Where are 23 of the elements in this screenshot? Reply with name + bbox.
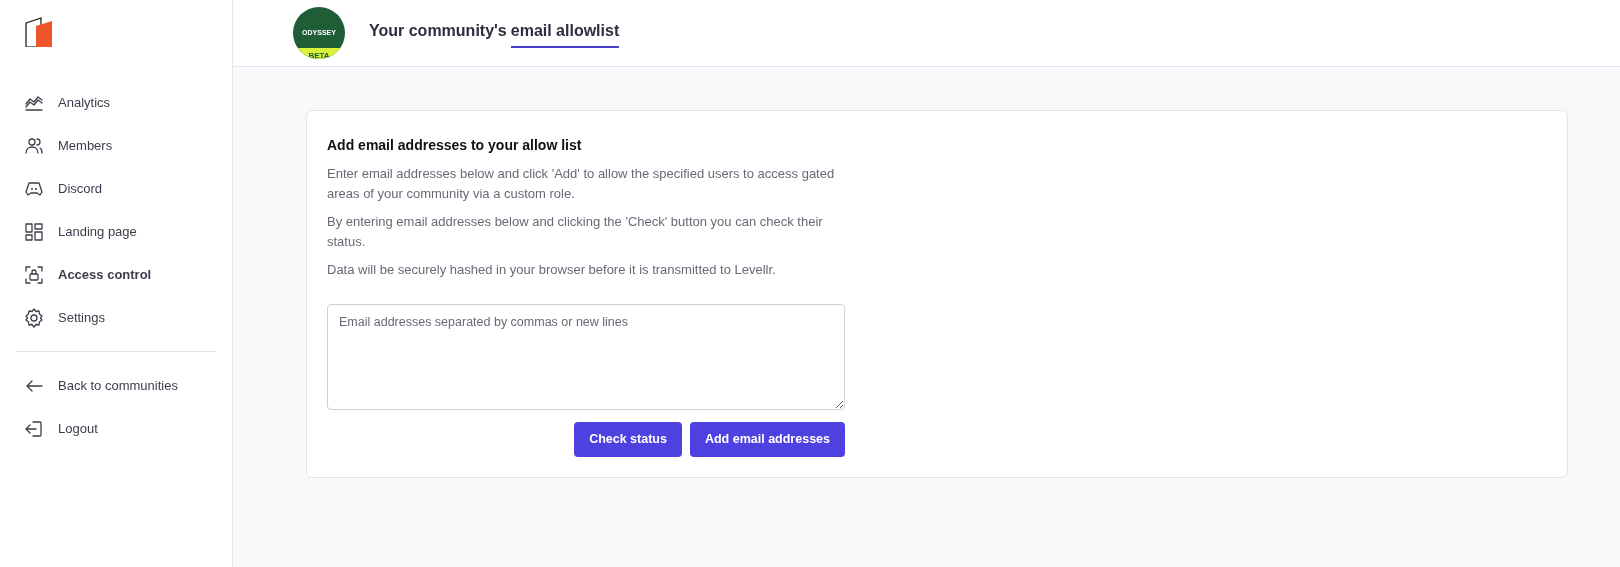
users-icon [24,135,44,156]
sidebar-item[interactable]: Logout [0,407,232,450]
email-textarea[interactable]: Email addresses separated by commas or new lines [327,304,845,410]
page-tab[interactable]: email allowlist [510,18,620,48]
sidebar-item[interactable]: Back to communities [0,364,232,407]
card-title: Add email addresses to your allow list [327,136,583,155]
sidebar-item[interactable]: Members [0,124,232,167]
description-text: By entering email addresses below and clicking the 'Check' button you can check their status. [327,213,824,251]
check-status-button[interactable]: Check status [574,422,682,457]
add-button[interactable]: Add email addresses [689,422,845,457]
description-text: Data will be securely hashed in your browser before it is transmitted to Levellr. [327,261,777,279]
sidebar-item[interactable]: Settings [0,296,232,339]
description-text: Enter email addresses below and click 'Add' to allow the specified users to access gated areas of your community via a custom role. [327,165,836,203]
sidebar-item[interactable]: Analytics [0,81,232,124]
layout-icon [24,221,44,242]
settings-icon [24,307,44,328]
logo-icon [25,17,53,47]
sidebar-item[interactable]: Discord [0,167,232,210]
lock-icon [24,264,44,285]
sidebar-item[interactable]: Access control [0,253,232,296]
logout-icon [24,418,44,439]
sidebar-item[interactable]: Landing page [0,210,232,253]
page-title: Your community's [369,20,507,41]
